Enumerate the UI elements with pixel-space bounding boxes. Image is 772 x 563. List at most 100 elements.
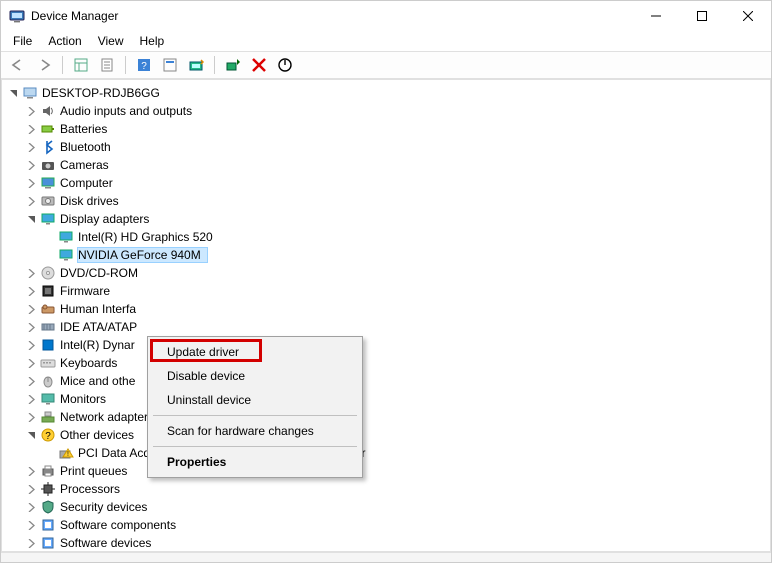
disable-button[interactable] <box>274 54 296 76</box>
tree-category[interactable]: Human Interfa <box>6 300 770 318</box>
tree-category[interactable]: ?Other devices <box>6 426 770 444</box>
tree-category[interactable]: Audio inputs and outputs <box>6 102 770 120</box>
expand-collapse-icon[interactable] <box>24 500 38 514</box>
expand-collapse-icon[interactable] <box>24 464 38 478</box>
tree-device[interactable]: NVIDIA GeForce 940M <box>6 246 770 264</box>
tree-category[interactable]: DVD/CD-ROM <box>6 264 770 282</box>
expand-collapse-icon[interactable] <box>24 338 38 352</box>
security-icon <box>40 499 56 515</box>
window-title: Device Manager <box>31 9 633 23</box>
toolbar: ? <box>1 51 771 79</box>
svg-text:!: ! <box>67 451 69 458</box>
tree-category[interactable]: Security devices <box>6 498 770 516</box>
expand-collapse-icon[interactable] <box>24 392 38 406</box>
tree-category[interactable]: Computer <box>6 174 770 192</box>
expand-collapse-icon[interactable] <box>24 176 38 190</box>
scan-hardware-button[interactable] <box>222 54 244 76</box>
expand-collapse-icon <box>42 230 56 244</box>
tree-category[interactable]: Software components <box>6 516 770 534</box>
monitor-icon <box>40 391 56 407</box>
properties-button[interactable] <box>96 54 118 76</box>
titlebar: Device Manager <box>1 1 771 31</box>
expand-collapse-icon[interactable] <box>24 266 38 280</box>
tree-category[interactable]: Network adapters <box>6 408 770 426</box>
tree-item-label: Intel(R) HD Graphics 520 <box>78 230 219 244</box>
camera-icon <box>40 157 56 173</box>
menu-view[interactable]: View <box>92 32 130 50</box>
context-menu-scan[interactable]: Scan for hardware changes <box>151 419 359 443</box>
tree-category[interactable]: Monitors <box>6 390 770 408</box>
tree-category[interactable]: Bluetooth <box>6 138 770 156</box>
expand-collapse-icon[interactable] <box>24 482 38 496</box>
tree-item-label: Batteries <box>60 122 113 136</box>
close-button[interactable] <box>725 1 771 31</box>
context-menu-disable[interactable]: Disable device <box>151 364 359 388</box>
tree-category[interactable]: Processors <box>6 480 770 498</box>
expand-collapse-icon[interactable] <box>24 428 38 442</box>
tree-category[interactable]: Firmware <box>6 282 770 300</box>
tree-category[interactable]: Display adapters <box>6 210 770 228</box>
expand-collapse-icon[interactable] <box>24 320 38 334</box>
ide-icon <box>40 319 56 335</box>
tree-item-label: Software components <box>60 518 182 532</box>
expand-collapse-icon[interactable] <box>24 302 38 316</box>
menu-action[interactable]: Action <box>42 32 87 50</box>
menu-file[interactable]: File <box>7 32 38 50</box>
menubar: File Action View Help <box>1 31 771 51</box>
context-menu-uninstall[interactable]: Uninstall device <box>151 388 359 412</box>
tree-item-label: Computer <box>60 176 119 190</box>
maximize-button[interactable] <box>679 1 725 31</box>
network-icon <box>40 409 56 425</box>
tree-device[interactable]: Intel(R) HD Graphics 520 <box>6 228 770 246</box>
tree-category[interactable]: Mice and othe <box>6 372 770 390</box>
tree-category[interactable]: Keyboards <box>6 354 770 372</box>
toolbar-separator <box>125 56 126 74</box>
context-menu-separator <box>153 415 357 416</box>
tree-category[interactable]: Batteries <box>6 120 770 138</box>
expand-collapse-icon[interactable] <box>24 284 38 298</box>
expand-collapse-icon[interactable] <box>6 86 20 100</box>
expand-collapse-icon[interactable] <box>24 158 38 172</box>
context-menu-props[interactable]: Properties <box>151 450 359 474</box>
statusbar <box>1 552 771 562</box>
tree-item-label: Software devices <box>60 536 157 550</box>
expand-collapse-icon[interactable] <box>24 536 38 550</box>
tree-category[interactable]: Cameras <box>6 156 770 174</box>
context-menu-update[interactable]: Update driver <box>151 340 359 364</box>
tree-category[interactable]: Intel(R) Dynar <box>6 336 770 354</box>
expand-collapse-icon[interactable] <box>24 356 38 370</box>
intel-icon <box>40 337 56 353</box>
expand-collapse-icon[interactable] <box>24 410 38 424</box>
expand-collapse-icon[interactable] <box>24 212 38 226</box>
expand-collapse-icon[interactable] <box>24 104 38 118</box>
tree-root[interactable]: DESKTOP-RDJB6GG <box>6 84 770 102</box>
tree-category[interactable]: Disk drives <box>6 192 770 210</box>
svg-text:?: ? <box>141 61 147 72</box>
tree-item-label: Intel(R) Dynar <box>60 338 141 352</box>
back-button[interactable] <box>7 54 29 76</box>
tree-category[interactable]: Software devices <box>6 534 770 552</box>
device-tree[interactable]: DESKTOP-RDJB6GGAudio inputs and outputs B… <box>1 79 771 552</box>
menu-help[interactable]: Help <box>134 32 171 50</box>
tree-device[interactable]: !PCI Data Acquisition and Signal Process… <box>6 444 770 462</box>
update-driver-button[interactable] <box>185 54 207 76</box>
expand-collapse-icon[interactable] <box>24 122 38 136</box>
expand-collapse-icon[interactable] <box>24 140 38 154</box>
expand-collapse-icon[interactable] <box>24 518 38 532</box>
action-button[interactable] <box>159 54 181 76</box>
tree-category[interactable]: IDE ATA/ATAP <box>6 318 770 336</box>
expand-collapse-icon[interactable] <box>24 374 38 388</box>
tree-item-label: Other devices <box>60 428 140 442</box>
hid-icon <box>40 301 56 317</box>
minimize-button[interactable] <box>633 1 679 31</box>
help-button[interactable]: ? <box>133 54 155 76</box>
tree-item-label: Network adapters <box>60 410 160 424</box>
show-hide-tree-button[interactable] <box>70 54 92 76</box>
forward-button[interactable] <box>33 54 55 76</box>
expand-collapse-icon[interactable] <box>24 194 38 208</box>
context-menu-separator <box>153 446 357 447</box>
speaker-icon <box>40 103 56 119</box>
uninstall-button[interactable] <box>248 54 270 76</box>
software-icon <box>40 517 56 533</box>
tree-category[interactable]: Print queues <box>6 462 770 480</box>
